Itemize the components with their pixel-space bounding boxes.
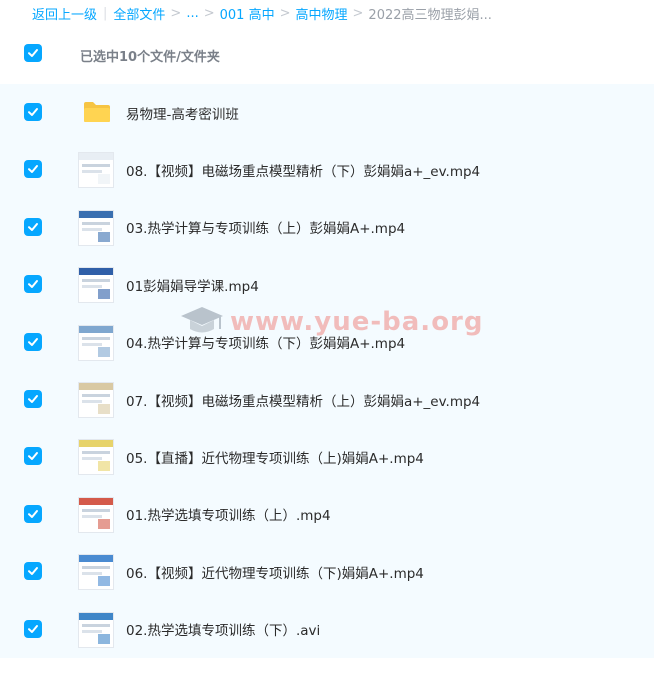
row-checkbox[interactable] [24,504,42,523]
check-icon [28,280,38,289]
video-thumbnail [78,554,114,591]
video-thumbnail [78,324,114,361]
row-checkbox[interactable] [24,103,42,121]
chevron-right-icon: > [352,5,364,21]
row-checkbox[interactable] [24,619,42,638]
select-all-checkbox[interactable] [24,44,42,62]
file-name[interactable]: 06.【视频】近代物理专项训练（下)娟娟A+.mp4 [126,562,424,582]
list-item[interactable]: 01.热学选填专项训练（上）.mp4 [0,486,654,543]
file-name[interactable]: 易物理-高考密训班 [126,103,239,123]
check-icon [28,222,38,231]
video-thumbnail [78,496,114,533]
list-item[interactable]: 03.热学计算与专项训练（上）彭娟娟A+.mp4 [0,199,654,256]
file-list: 易物理-高考密训班 08.【视频】电磁场重点模型精析（下）彭娟娟a+_ev.mp4… [0,84,654,658]
file-name[interactable]: 05.【直播】近代物理专项训练（上)娟娟A+.mp4 [126,447,424,467]
check-icon [28,165,38,174]
row-checkbox[interactable] [24,332,42,351]
video-thumbnail [78,439,114,476]
video-thumbnail [78,381,114,418]
video-thumbnail [78,209,114,246]
list-item[interactable]: 06.【视频】近代物理专项训练（下)娟娟A+.mp4 [0,543,654,600]
check-icon [28,509,38,518]
back-link[interactable]: 返回上一级 [32,4,97,23]
check-icon [28,394,38,403]
chevron-right-icon: > [203,5,215,21]
selection-bar: 已选中10个文件/文件夹 [0,26,654,84]
folder-icon [83,101,111,123]
breadcrumb-item-physics[interactable]: 高中物理 [296,4,348,23]
list-item[interactable]: 04.热学计算与专项训练（下）彭娟娟A+.mp4 [0,314,654,371]
video-thumbnail [78,611,114,648]
list-item[interactable]: 08.【视频】电磁场重点模型精析（下）彭娟娟a+_ev.mp4 [0,141,654,198]
file-name[interactable]: 03.热学计算与专项训练（上）彭娟娟A+.mp4 [126,217,405,237]
breadcrumb-item-ellipsis[interactable]: ... [186,6,198,21]
file-name[interactable]: 01彭娟娟导学课.mp4 [126,275,259,295]
row-checkbox[interactable] [24,447,42,466]
check-icon [28,49,38,57]
breadcrumb-item-001[interactable]: 001 高中 [220,4,275,23]
list-item[interactable]: 01彭娟娟导学课.mp4 [0,256,654,313]
file-name[interactable]: 08.【视频】电磁场重点模型精析（下）彭娟娟a+_ev.mp4 [126,160,480,180]
chevron-right-icon: > [279,5,291,21]
file-name[interactable]: 04.热学计算与专项训练（下）彭娟娟A+.mp4 [126,332,405,352]
file-name[interactable]: 01.热学选填专项训练（上）.mp4 [126,504,331,524]
row-checkbox[interactable] [24,275,42,294]
check-icon [28,108,38,116]
chevron-right-icon: > [170,5,182,21]
check-icon [28,337,38,346]
breadcrumb: 返回上一级 | 全部文件 > ... > 001 高中 > 高中物理 > 202… [0,0,654,26]
list-item[interactable]: 易物理-高考密训班 [0,84,654,141]
row-checkbox[interactable] [24,562,42,581]
divider: | [103,5,108,21]
row-checkbox[interactable] [24,217,42,236]
breadcrumb-item-current: 2022高三物理彭娟... [368,7,492,23]
check-icon [28,567,38,576]
selection-count-label: 已选中10个文件/文件夹 [80,49,220,65]
list-item[interactable]: 07.【视频】电磁场重点模型精析（上）彭娟娟a+_ev.mp4 [0,371,654,428]
video-thumbnail [78,152,114,189]
file-name[interactable]: 07.【视频】电磁场重点模型精析（上）彭娟娟a+_ev.mp4 [126,390,480,410]
file-name[interactable]: 02.热学选填专项训练（下）.avi [126,619,320,639]
breadcrumb-item-all-files[interactable]: 全部文件 [113,4,165,23]
row-checkbox[interactable] [24,160,42,179]
video-thumbnail [78,267,114,304]
check-icon [28,624,38,633]
check-icon [28,452,38,461]
list-item[interactable]: 05.【直播】近代物理专项训练（上)娟娟A+.mp4 [0,428,654,485]
row-checkbox[interactable] [24,389,42,408]
list-item[interactable]: 02.热学选填专项训练（下）.avi [0,601,654,658]
